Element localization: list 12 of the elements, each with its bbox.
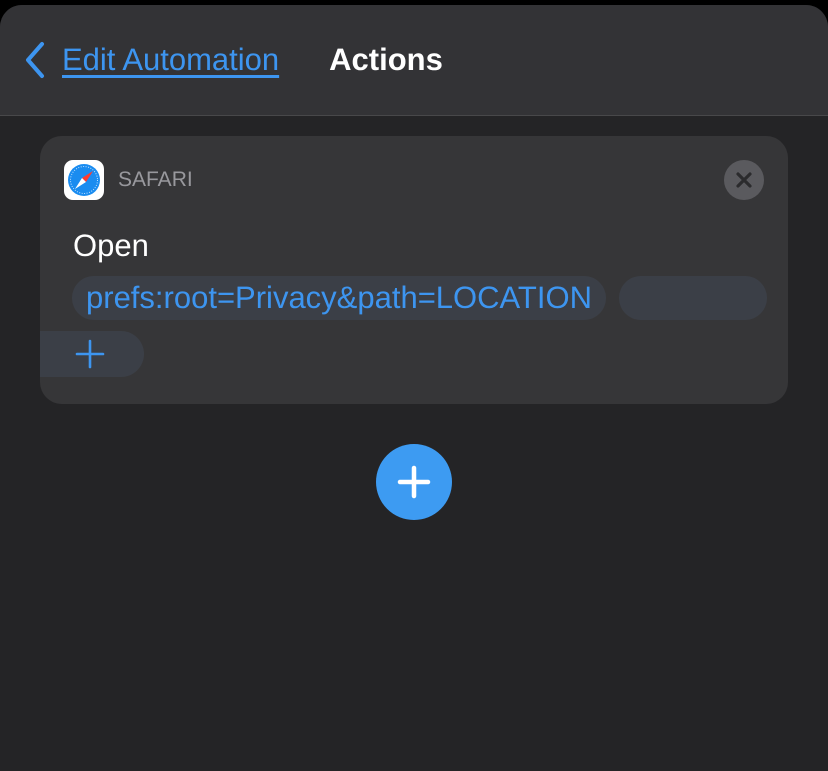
chevron-left-icon — [24, 41, 46, 79]
add-parameter-button[interactable] — [40, 331, 144, 377]
nav-title: Actions — [329, 42, 443, 78]
back-link[interactable]: Edit Automation — [24, 41, 280, 79]
plus-icon — [397, 465, 431, 499]
app-name: SAFARI — [118, 168, 193, 192]
close-icon — [736, 172, 752, 188]
close-button[interactable] — [724, 160, 764, 200]
compass-icon — [64, 160, 104, 200]
plus-icon — [75, 339, 105, 369]
url-token[interactable]: prefs:root=Privacy&path=LOCATION — [72, 276, 606, 320]
action-verb: Open — [73, 228, 150, 264]
